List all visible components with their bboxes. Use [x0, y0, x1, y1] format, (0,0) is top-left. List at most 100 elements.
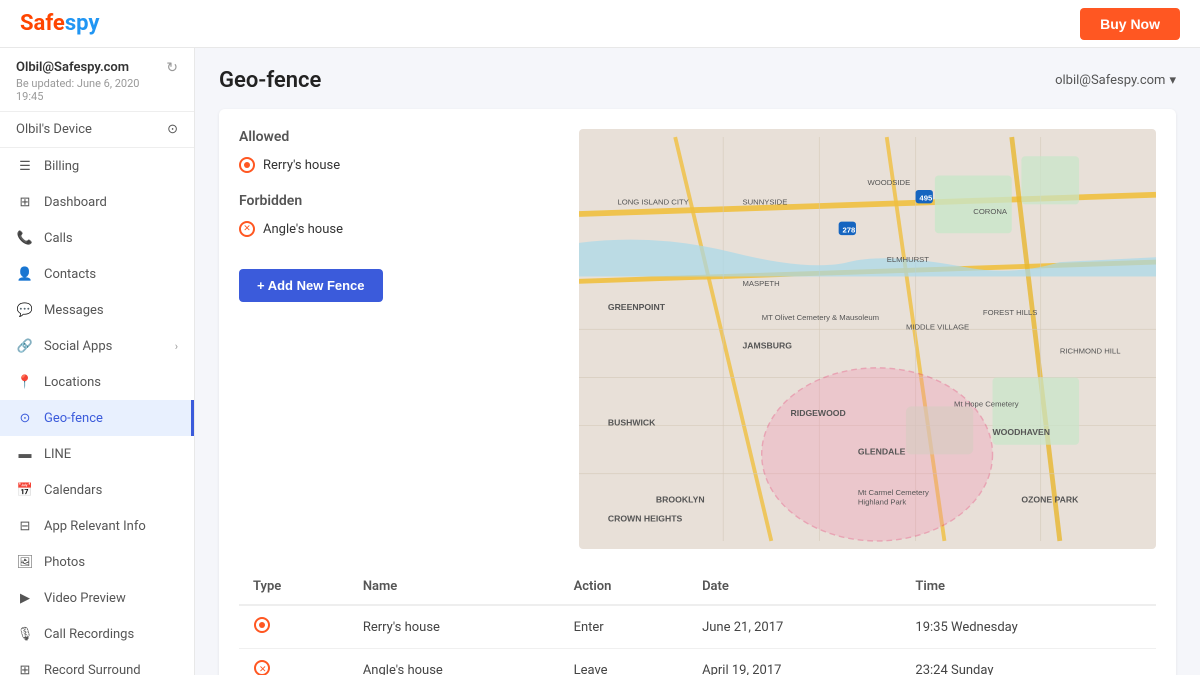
svg-text:RIDGEWOOD: RIDGEWOOD [791, 408, 846, 418]
action-cell: Enter [560, 605, 689, 649]
chevron-down-icon: ▾ [1169, 73, 1176, 88]
sidebar-label-line: LINE [44, 447, 71, 462]
sidebar-label-dashboard: Dashboard [44, 195, 107, 210]
sidebar-label-messages: Messages [44, 303, 104, 318]
forbidden-icon [239, 221, 255, 237]
chevron-right-icon: › [175, 340, 178, 353]
header: Safespy Buy Now [0, 0, 1200, 48]
sidebar-label-locations: Locations [44, 375, 101, 390]
add-fence-button[interactable]: + Add New Fence [239, 269, 383, 302]
page-header: Geo-fence olbil@Safespy.com ▾ [219, 68, 1176, 93]
svg-text:Mt Carmel Cemetery: Mt Carmel Cemetery [858, 488, 929, 497]
svg-text:CROWN HEIGHTS: CROWN HEIGHTS [608, 514, 683, 524]
fence-name-cell: Angle's house [349, 649, 560, 675]
allowed-type-icon [253, 623, 271, 638]
sidebar-item-photos[interactable]: 🖼 Photos [0, 544, 194, 580]
svg-text:RICHMOND HILL: RICHMOND HILL [1060, 346, 1121, 355]
logo-safe: Safe [20, 11, 65, 36]
device-icon: ⊙ [167, 122, 178, 137]
svg-text:✕: ✕ [259, 665, 267, 675]
sidebar-label-app: App Relevant Info [44, 519, 146, 534]
col-time: Time [901, 569, 1156, 605]
billing-icon: ☰ [16, 157, 34, 175]
date-cell: April 19, 2017 [688, 649, 901, 675]
sidebar-item-locations[interactable]: 📍 Locations [0, 364, 194, 400]
sidebar-label-calls: Calls [44, 231, 73, 246]
svg-text:SUNNYSIDE: SUNNYSIDE [742, 197, 787, 206]
sidebar-item-calendars[interactable]: 📅 Calendars [0, 472, 194, 508]
user-dropdown[interactable]: olbil@Safespy.com ▾ [1055, 73, 1176, 88]
type-icon-cell: ✕ [239, 649, 349, 675]
user-dropdown-email: olbil@Safespy.com [1055, 73, 1165, 88]
map-container: GREENPOINT BUSHWICK CROWN HEIGHTS BROOKL… [579, 129, 1156, 549]
sidebar-device[interactable]: Olbil's Device ⊙ [0, 112, 194, 148]
col-action: Action [560, 569, 689, 605]
svg-text:JAMSBURG: JAMSBURG [742, 341, 792, 351]
surround-icon: ⊞ [16, 661, 34, 675]
sidebar: Olbil@Safespy.com Be updated: June 6, 20… [0, 48, 195, 675]
type-icon-cell [239, 605, 349, 649]
sidebar-label-calendars: Calendars [44, 483, 102, 498]
logo: Safespy [20, 11, 99, 36]
svg-text:WOODSIDE: WOODSIDE [868, 178, 911, 187]
sidebar-label-social: Social Apps [44, 339, 112, 354]
messages-icon: 💬 [16, 301, 34, 319]
sidebar-item-messages[interactable]: 💬 Messages [0, 292, 194, 328]
sidebar-item-geofence[interactable]: ⊙ Geo-fence [0, 400, 194, 436]
sidebar-item-record-surround[interactable]: ⊞ Record Surround [0, 652, 194, 675]
svg-text:Highland Park: Highland Park [858, 497, 906, 506]
col-name: Name [349, 569, 560, 605]
calls-icon: 📞 [16, 229, 34, 247]
recording-icon: 🎙 [16, 625, 34, 643]
time-cell: 23:24 Sunday [901, 649, 1156, 675]
date-cell: June 21, 2017 [688, 605, 901, 649]
svg-text:MIDDLE VILLAGE: MIDDLE VILLAGE [906, 322, 969, 331]
forbidden-fence-name: Angle's house [263, 222, 343, 237]
video-icon: ▶ [16, 589, 34, 607]
sidebar-item-contacts[interactable]: 👤 Contacts [0, 256, 194, 292]
table-row: ✕ Angle's houseLeaveApril 19, 201723:24 S… [239, 649, 1156, 675]
location-icon: 📍 [16, 373, 34, 391]
sidebar-label-surround: Record Surround [44, 663, 141, 675]
sidebar-item-social-apps[interactable]: 🔗 Social Apps › [0, 328, 194, 364]
social-icon: 🔗 [16, 337, 34, 355]
allowed-section: Allowed Rerry's house [239, 129, 559, 177]
device-name: Olbil's Device [16, 122, 92, 137]
svg-text:LONG ISLAND CITY: LONG ISLAND CITY [617, 197, 688, 206]
sidebar-label-video: Video Preview [44, 591, 126, 606]
allowed-icon [239, 157, 255, 173]
app-icon: ⊟ [16, 517, 34, 535]
sidebar-item-line[interactable]: ▬ LINE [0, 436, 194, 472]
sidebar-item-billing[interactable]: ☰ Billing [0, 148, 194, 184]
sidebar-item-call-recordings[interactable]: 🎙 Call Recordings [0, 616, 194, 652]
sidebar-label-contacts: Contacts [44, 267, 96, 282]
map-svg: GREENPOINT BUSHWICK CROWN HEIGHTS BROOKL… [579, 129, 1156, 549]
main-content: Geo-fence olbil@Safespy.com ▾ Allowed Re… [195, 48, 1200, 675]
page-title: Geo-fence [219, 68, 321, 93]
action-cell: Leave [560, 649, 689, 675]
line-icon: ▬ [16, 445, 34, 463]
sidebar-user: Olbil@Safespy.com Be updated: June 6, 20… [0, 48, 194, 112]
sidebar-item-dashboard[interactable]: ⊞ Dashboard [0, 184, 194, 220]
user-email: Olbil@Safespy.com [16, 60, 139, 75]
refresh-icon[interactable]: ↻ [166, 60, 178, 76]
allowed-fence-name: Rerry's house [263, 158, 340, 173]
forbidden-title: Forbidden [239, 193, 559, 209]
geofence-icon: ⊙ [16, 409, 34, 427]
svg-text:BROOKLYN: BROOKLYN [656, 494, 705, 504]
sidebar-label-photos: Photos [44, 555, 85, 570]
svg-text:FOREST HILLS: FOREST HILLS [983, 308, 1038, 317]
calendar-icon: 📅 [16, 481, 34, 499]
sidebar-item-calls[interactable]: 📞 Calls [0, 220, 194, 256]
svg-text:BUSHWICK: BUSHWICK [608, 418, 656, 428]
contacts-icon: 👤 [16, 265, 34, 283]
allowed-title: Allowed [239, 129, 559, 145]
svg-text:MASPETH: MASPETH [742, 279, 779, 288]
sidebar-item-app-relevant-info[interactable]: ⊟ App Relevant Info [0, 508, 194, 544]
buy-now-button[interactable]: Buy Now [1080, 8, 1180, 40]
user-updated: Be updated: June 6, 202019:45 [16, 77, 139, 103]
table-row: Rerry's houseEnterJune 21, 201719:35 Wed… [239, 605, 1156, 649]
time-cell: 19:35 Wednesday [901, 605, 1156, 649]
svg-text:CORONA: CORONA [973, 207, 1008, 216]
sidebar-item-video-preview[interactable]: ▶ Video Preview [0, 580, 194, 616]
